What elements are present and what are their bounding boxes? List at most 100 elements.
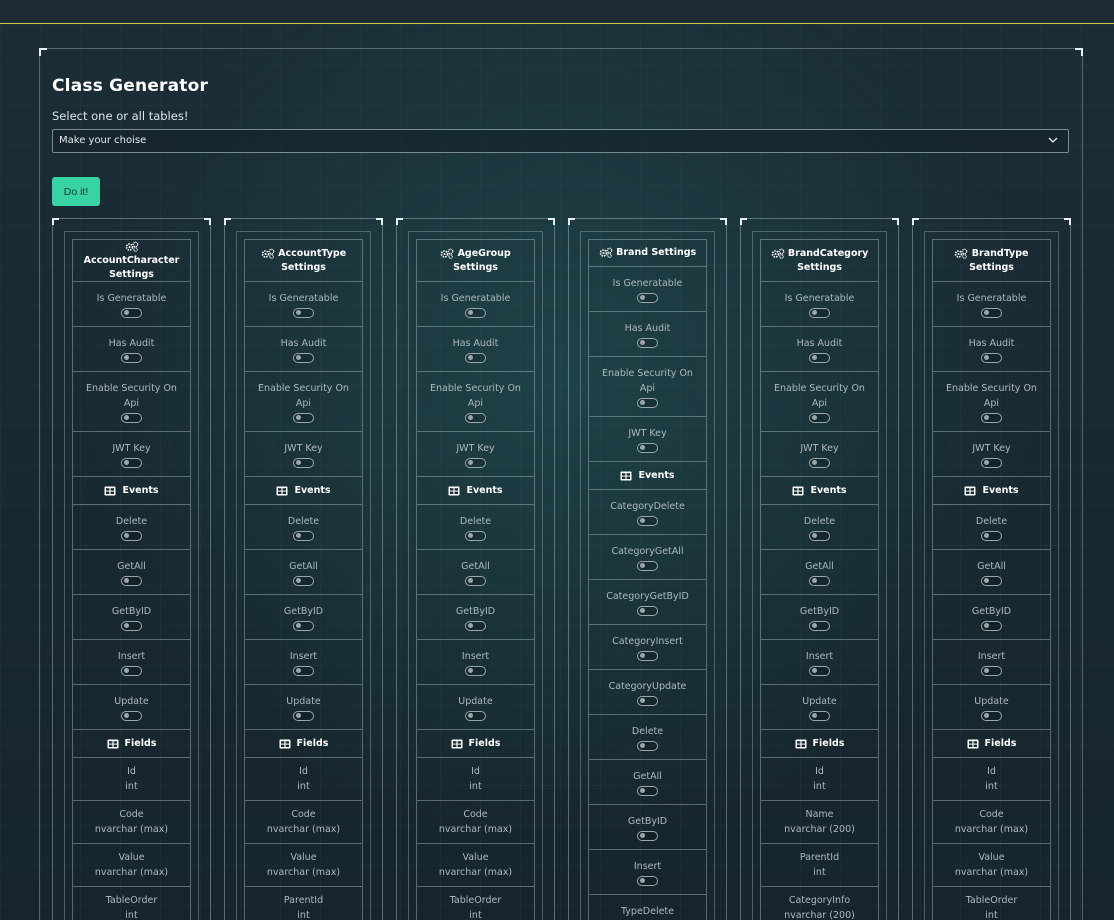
event-label: Delete — [631, 725, 664, 737]
setting-toggle[interactable] — [637, 292, 658, 303]
setting-toggle[interactable] — [809, 457, 830, 468]
event-toggle[interactable] — [293, 620, 314, 631]
settings-list: AccountType Settings Is Generatable Has Au… — [244, 239, 363, 920]
event-toggle[interactable] — [809, 575, 830, 586]
event-toggle[interactable] — [121, 620, 142, 631]
event-toggle[interactable] — [121, 530, 142, 541]
field-row: Id int — [416, 758, 535, 801]
field-type: nvarchar (200) — [784, 910, 855, 920]
event-toggle[interactable] — [637, 740, 658, 751]
event-toggle[interactable] — [809, 620, 830, 631]
setting-toggle[interactable] — [293, 307, 314, 318]
event-toggle-row: GetAll — [760, 550, 879, 595]
field-type: int — [125, 910, 138, 920]
event-toggle[interactable] — [293, 665, 314, 676]
setting-toggle-row: Is Generatable — [760, 282, 879, 327]
field-name: Id — [815, 766, 824, 777]
field-row: Id int — [72, 758, 191, 801]
field-row: CategoryInfo nvarchar (200) — [760, 887, 879, 920]
column-frame: AgeGroup Settings Is Generatable Has Audit… — [408, 231, 543, 920]
setting-toggle[interactable] — [637, 397, 658, 408]
event-label: Update — [974, 695, 1009, 707]
event-toggle[interactable] — [981, 710, 1002, 721]
event-toggle[interactable] — [637, 875, 658, 886]
field-type: int — [813, 781, 826, 792]
event-toggle[interactable] — [637, 785, 658, 796]
setting-toggle[interactable] — [981, 352, 1002, 363]
field-row: Value nvarchar (max) — [72, 844, 191, 887]
event-label: GetAll — [977, 560, 1006, 572]
field-name: TableOrder — [105, 895, 158, 906]
setting-toggle[interactable] — [121, 307, 142, 318]
event-toggle[interactable] — [121, 665, 142, 676]
setting-label: JWT Key — [456, 442, 495, 454]
settings-list: Brand Settings Is Generatable Has Audit Ena… — [588, 239, 707, 920]
table-settings-header: BrandType Settings — [932, 239, 1051, 282]
setting-toggle[interactable] — [293, 457, 314, 468]
event-toggle[interactable] — [465, 710, 486, 721]
setting-label: Has Audit — [624, 322, 671, 334]
setting-label: Is Generatable — [612, 277, 683, 289]
column-frame: AccountType Settings Is Generatable Has Au… — [236, 231, 371, 920]
setting-label: JWT Key — [628, 427, 667, 439]
setting-toggle[interactable] — [293, 412, 314, 423]
setting-toggle[interactable] — [981, 457, 1002, 468]
fields-section-header: Fields — [760, 730, 879, 758]
event-toggle[interactable] — [981, 665, 1002, 676]
events-section-header: Events — [588, 462, 707, 490]
table-icon — [104, 486, 116, 495]
event-toggle[interactable] — [809, 665, 830, 676]
event-toggle[interactable] — [809, 530, 830, 541]
setting-toggle[interactable] — [293, 352, 314, 363]
field-row: TableOrder int — [416, 887, 535, 920]
field-row: TableOrder int — [72, 887, 191, 920]
event-toggle[interactable] — [981, 530, 1002, 541]
event-toggle-row: Update — [72, 685, 191, 730]
event-toggle[interactable] — [637, 650, 658, 661]
column-frame: Brand Settings Is Generatable Has Audit Ena… — [580, 231, 715, 920]
event-label: GetByID — [455, 605, 496, 617]
setting-toggle[interactable] — [465, 412, 486, 423]
setting-toggle[interactable] — [465, 457, 486, 468]
event-toggle[interactable] — [637, 605, 658, 616]
event-toggle[interactable] — [637, 560, 658, 571]
event-toggle[interactable] — [465, 620, 486, 631]
setting-toggle[interactable] — [809, 352, 830, 363]
setting-toggle[interactable] — [465, 307, 486, 318]
setting-toggle[interactable] — [637, 442, 658, 453]
event-toggle[interactable] — [637, 515, 658, 526]
event-toggle[interactable] — [293, 530, 314, 541]
event-toggle[interactable] — [981, 575, 1002, 586]
setting-toggle[interactable] — [121, 352, 142, 363]
setting-label: Is Generatable — [784, 292, 855, 304]
setting-toggle[interactable] — [121, 457, 142, 468]
events-section-header: Events — [760, 477, 879, 505]
event-toggle[interactable] — [293, 575, 314, 586]
event-toggle[interactable] — [465, 530, 486, 541]
fields-section-header: Fields — [244, 730, 363, 758]
corner-decoration — [892, 218, 899, 225]
setting-toggle[interactable] — [809, 412, 830, 423]
event-toggle[interactable] — [809, 710, 830, 721]
event-toggle[interactable] — [465, 665, 486, 676]
event-toggle[interactable] — [981, 620, 1002, 631]
field-row: Name nvarchar (200) — [760, 801, 879, 844]
setting-toggle[interactable] — [637, 337, 658, 348]
event-toggle[interactable] — [465, 575, 486, 586]
event-toggle[interactable] — [637, 830, 658, 841]
event-toggle[interactable] — [121, 710, 142, 721]
event-toggle[interactable] — [293, 710, 314, 721]
do-it-button[interactable]: Do it! — [52, 177, 100, 206]
setting-toggle[interactable] — [981, 307, 1002, 318]
event-toggle[interactable] — [121, 575, 142, 586]
setting-toggle-row: Is Generatable — [588, 267, 707, 312]
event-toggle-row: GetAll — [244, 550, 363, 595]
event-toggle[interactable] — [637, 695, 658, 706]
setting-toggle[interactable] — [121, 412, 142, 423]
setting-toggle[interactable] — [981, 412, 1002, 423]
setting-toggle[interactable] — [809, 307, 830, 318]
table-icon — [448, 486, 460, 495]
event-toggle-row: Delete — [588, 715, 707, 760]
setting-toggle[interactable] — [465, 352, 486, 363]
table-select[interactable]: Make your choise — [52, 129, 1069, 153]
